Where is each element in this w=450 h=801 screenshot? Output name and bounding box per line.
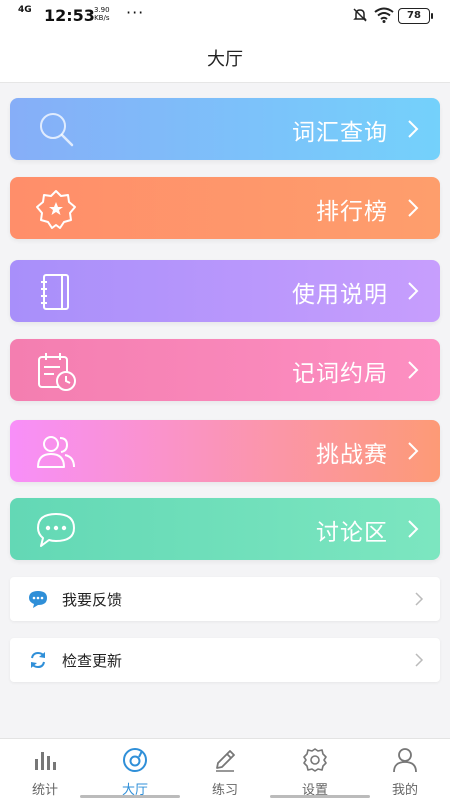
menu-card-label: 词汇查询 xyxy=(292,120,388,146)
feedback-label: 我要反馈 xyxy=(62,591,123,609)
menu-card-discussion[interactable]: 讨论区 xyxy=(10,498,440,560)
chevron-right-icon xyxy=(408,520,419,538)
hall-icon xyxy=(123,748,147,772)
gesture-bar xyxy=(270,795,370,798)
mute-icon xyxy=(353,8,367,22)
nav-item-hall[interactable]: 大厅 xyxy=(90,739,180,801)
chevron-right-icon xyxy=(408,282,419,300)
check-update-row[interactable]: 检查更新 xyxy=(10,638,440,682)
gesture-bar xyxy=(80,795,180,798)
nav-item-mine[interactable]: 我的 xyxy=(360,739,450,801)
chevron-right-icon xyxy=(408,442,419,460)
status-bar: 4G 12:53 3.90 KB/s ··· 78 xyxy=(0,0,450,30)
menu-card-label: 使用说明 xyxy=(292,282,388,308)
network-type: 4G xyxy=(18,5,32,15)
bar-chart-icon xyxy=(35,752,56,770)
network-indicator: 4G xyxy=(18,6,32,15)
menu-card-challenge[interactable]: 挑战赛 xyxy=(10,420,440,482)
bottom-nav: 统计 大厅 练习 设置 我的 xyxy=(0,738,450,801)
menu-card-word-appointment[interactable]: 记词约局 xyxy=(10,339,440,401)
battery-indicator: 78 xyxy=(398,8,433,24)
badge-star-icon xyxy=(36,190,76,229)
feedback-icon xyxy=(29,591,47,608)
nav-label: 练习 xyxy=(211,783,238,798)
menu-card-label: 讨论区 xyxy=(316,520,388,546)
gear-icon xyxy=(303,748,327,772)
check-update-label: 检查更新 xyxy=(62,652,123,670)
speed-unit: KB/s xyxy=(94,14,110,22)
nav-item-stats[interactable]: 统计 xyxy=(0,739,90,801)
person-icon xyxy=(393,748,417,773)
chevron-right-icon xyxy=(415,653,424,667)
menu-card-leaderboard[interactable]: 排行榜 xyxy=(10,177,440,239)
chat-bubble-icon xyxy=(37,513,75,547)
feedback-row[interactable]: 我要反馈 xyxy=(10,577,440,621)
chevron-right-icon xyxy=(408,199,419,217)
nav-item-practice[interactable]: 练习 xyxy=(180,739,270,801)
chevron-right-icon xyxy=(408,361,419,379)
app-header: 大厅 xyxy=(0,30,450,83)
chevron-right-icon xyxy=(415,592,424,606)
network-speed: 3.90 KB/s xyxy=(94,6,110,22)
menu-card-label: 排行榜 xyxy=(316,199,388,225)
notebook-icon xyxy=(41,274,69,310)
nav-item-settings[interactable]: 设置 xyxy=(270,739,360,801)
menu-card-vocab-search[interactable]: 词汇查询 xyxy=(10,98,440,160)
nav-label: 统计 xyxy=(31,783,58,798)
nav-label: 我的 xyxy=(391,783,418,798)
chevron-right-icon xyxy=(408,120,419,138)
more-notifications-icon: ··· xyxy=(126,3,145,22)
wifi-icon xyxy=(374,7,394,23)
pencil-icon xyxy=(216,750,235,772)
menu-card-label: 挑战赛 xyxy=(316,442,388,468)
status-time: 12:53 xyxy=(44,6,95,25)
speed-value: 3.90 xyxy=(94,6,110,14)
menu-card-instructions[interactable]: 使用说明 xyxy=(10,260,440,322)
page-title: 大厅 xyxy=(207,49,243,70)
users-icon xyxy=(37,436,75,468)
search-icon xyxy=(40,113,74,147)
refresh-icon xyxy=(31,651,45,669)
calendar-clock-icon xyxy=(38,353,76,391)
menu-card-label: 记词约局 xyxy=(292,361,388,387)
